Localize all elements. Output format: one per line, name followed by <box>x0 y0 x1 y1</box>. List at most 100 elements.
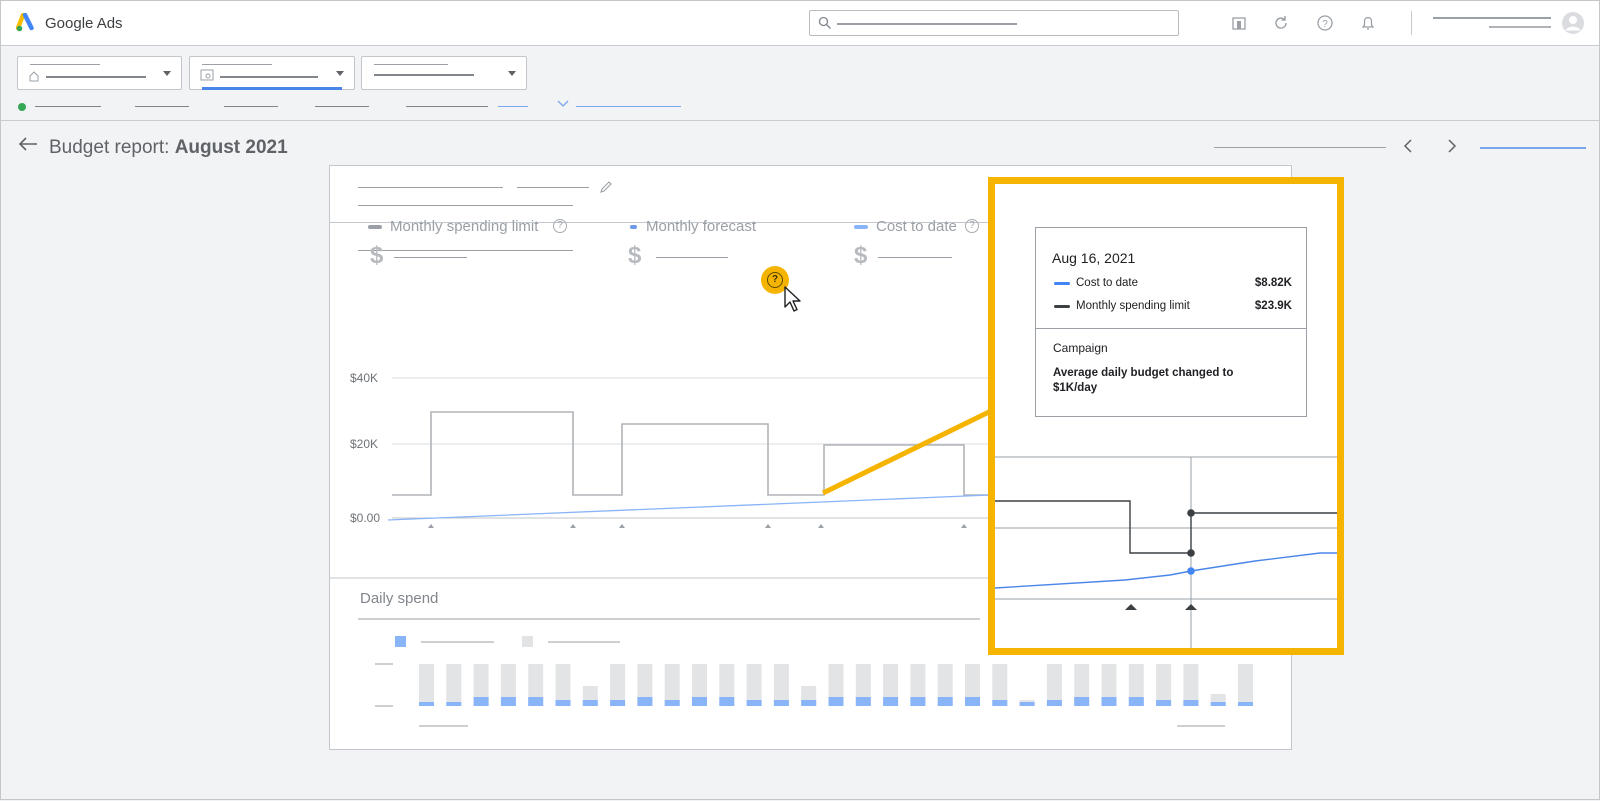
daily-spend-bar <box>1046 700 1062 706</box>
bell-icon[interactable] <box>1358 13 1378 33</box>
daily-spend-bar <box>719 697 735 706</box>
filter-dropdown[interactable] <box>361 56 527 90</box>
daily-spend-bar <box>555 700 571 706</box>
daily-spend-bar <box>1238 702 1253 706</box>
breadcrumb-item[interactable] <box>576 106 681 107</box>
breadcrumb-item[interactable] <box>315 106 369 107</box>
chart-icon[interactable] <box>1229 13 1249 33</box>
legend-swatch <box>522 636 533 647</box>
daily-spend-bar <box>883 697 899 706</box>
account-id-line <box>1489 26 1551 28</box>
selected-underline <box>202 87 342 90</box>
daily-spend-bar <box>801 700 817 706</box>
account-dropdown[interactable] <box>17 56 182 90</box>
daily-spend-bar <box>582 700 598 706</box>
daily-budget-bar <box>664 664 680 706</box>
event-markers <box>428 524 967 528</box>
daily-spend-label: Daily spend <box>360 590 439 607</box>
daily-budget-bar <box>446 664 462 706</box>
daily-spend-bar <box>828 697 844 706</box>
topbar-divider <box>1411 11 1412 35</box>
daily-spend-bar <box>664 700 680 706</box>
breadcrumb-item[interactable] <box>35 106 101 107</box>
breadcrumb-item[interactable] <box>135 106 189 107</box>
event-marker <box>1125 604 1137 610</box>
daily-spend-bar <box>692 697 707 706</box>
daily-budget-bar <box>1156 664 1172 706</box>
daily-spend-bar <box>637 697 653 706</box>
daily-spend-bar <box>855 697 871 706</box>
mouse-cursor-icon <box>784 286 801 312</box>
cost-to-date-line <box>387 494 991 521</box>
daily-budget-bar <box>555 664 571 706</box>
date-range-link[interactable] <box>1480 147 1586 149</box>
daily-budget-bar <box>1046 664 1062 706</box>
daily-budget-bar <box>992 664 1008 706</box>
daily-spend-bar <box>1074 697 1090 706</box>
title-prefix: Budget report: <box>49 137 175 158</box>
tooltip-message: Average daily budget changed to $1K/day <box>1053 367 1234 394</box>
refresh-icon[interactable] <box>1271 13 1291 33</box>
breadcrumb-item[interactable] <box>406 106 488 107</box>
title-month: August 2021 <box>174 137 288 158</box>
dropdown-value <box>46 76 146 78</box>
spending-limit-line <box>995 500 1337 554</box>
daily-spend-bar <box>965 697 980 706</box>
dropdown-value <box>374 74 474 76</box>
back-arrow-icon[interactable] <box>17 135 39 153</box>
search-icon <box>818 16 831 29</box>
tooltip-row-value: $8.82K <box>1254 277 1292 289</box>
dropdown-caption <box>374 64 448 65</box>
event-marker <box>1185 604 1197 610</box>
status-dot <box>18 103 26 111</box>
dropdown-caption <box>30 64 100 65</box>
daily-budget-bar <box>746 664 762 706</box>
cost-to-date-line <box>995 552 1337 589</box>
legend-swatch <box>1054 305 1070 308</box>
breadcrumb-item[interactable] <box>224 106 278 107</box>
daily-spend-bar <box>910 697 926 706</box>
dropdown-caption <box>202 64 272 65</box>
brand-name: Google Ads <box>45 15 123 32</box>
search-input[interactable] <box>809 10 1179 36</box>
tooltip-section-title: Campaign <box>1053 341 1108 355</box>
help-icon: ? <box>767 272 783 288</box>
help-icon[interactable]: ? <box>1315 13 1335 33</box>
daily-spend-bar <box>773 700 789 706</box>
daily-spend-bar <box>1210 702 1226 706</box>
account-name-line <box>1433 17 1551 19</box>
daily-spend-bar <box>528 697 544 706</box>
chevron-down-icon <box>336 71 344 76</box>
daily-budget-bar <box>1183 664 1199 706</box>
daily-budget-bar <box>419 664 434 706</box>
google-ads-logo-icon <box>16 13 34 32</box>
toolbar <box>1 46 1599 121</box>
gridlines <box>392 377 990 519</box>
chevron-down-icon <box>163 71 171 76</box>
avatar-icon[interactable] <box>1561 11 1585 35</box>
daily-spend-bar <box>610 700 626 706</box>
breadcrumb-item[interactable] <box>498 106 528 107</box>
daily-spend-bar <box>1101 697 1117 706</box>
daily-spend-bar <box>446 702 462 706</box>
legend-swatch <box>395 636 406 647</box>
daily-spend-bar <box>937 697 953 706</box>
chevron-right-icon[interactable] <box>1447 138 1457 154</box>
daily-budget-bar <box>1238 664 1253 706</box>
page-header: Budget report: August 2021 <box>1 121 1599 171</box>
page-title: Budget report: August 2021 <box>49 137 288 159</box>
daily-spend-bar <box>1183 700 1199 706</box>
campaign-dropdown[interactable] <box>189 56 355 90</box>
chevron-left-icon[interactable] <box>1403 138 1413 154</box>
home-icon <box>29 71 39 82</box>
daily-budget-bar <box>610 664 626 706</box>
daily-spend-bar <box>1019 702 1035 706</box>
spending-limit-line <box>392 411 990 496</box>
daily-spend-bar <box>1156 700 1172 706</box>
chevron-down-icon[interactable] <box>557 99 569 109</box>
zoom-callout: Aug 16, 2021 Cost to date $8.82K Monthly… <box>988 177 1344 655</box>
data-point <box>1187 567 1195 575</box>
chart-tooltip: Aug 16, 2021 Cost to date $8.82K Monthly… <box>1035 227 1307 417</box>
daily-spend-bar <box>473 697 489 706</box>
daily-spend-bars <box>419 664 1253 706</box>
